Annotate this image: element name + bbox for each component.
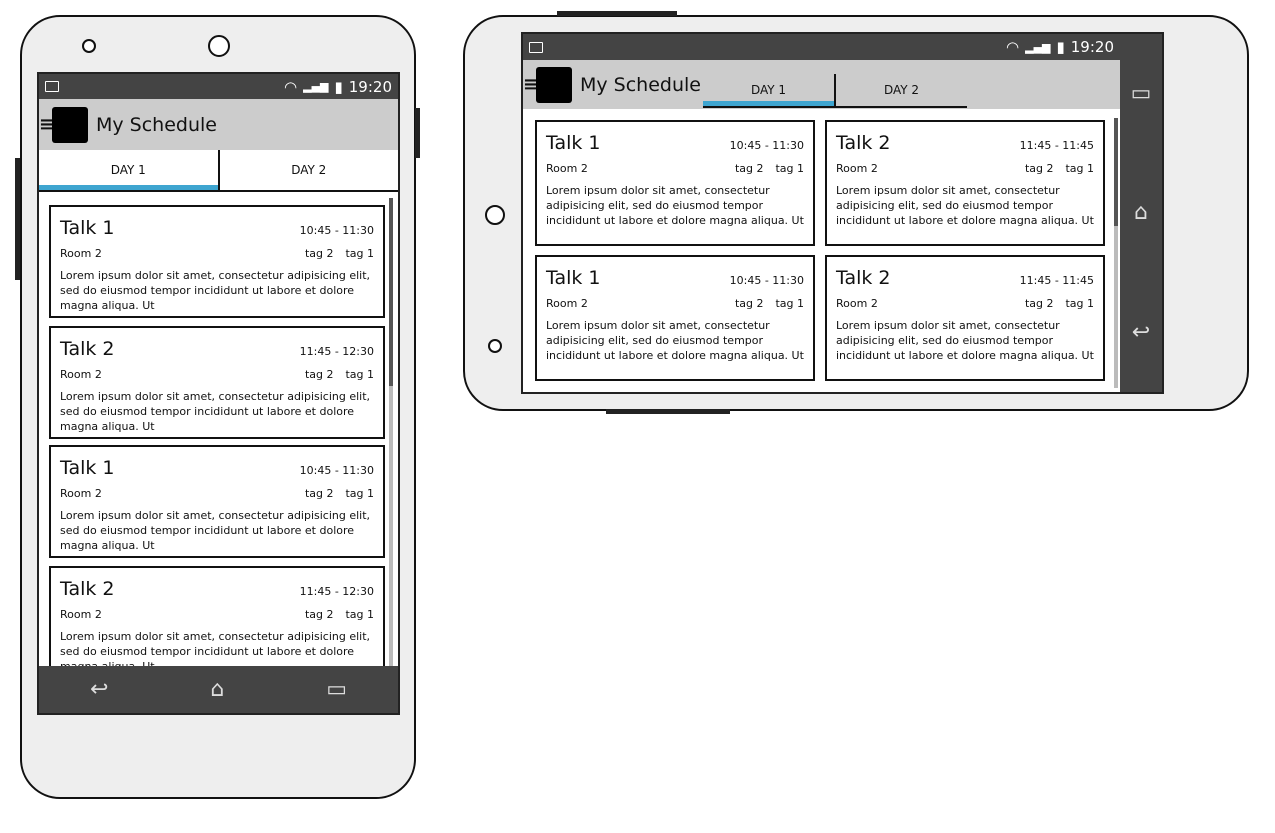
talk-title: Talk 1 — [60, 457, 115, 479]
talk-room: Room 2 — [546, 297, 588, 310]
sensor-icon — [485, 205, 505, 225]
talk-description: Lorem ipsum dolor sit amet, consectetur … — [836, 184, 1094, 227]
talk-room: Room 2 — [836, 162, 878, 175]
tag[interactable]: tag 1 — [345, 608, 374, 621]
talk-time: 10:45 - 11:30 — [299, 224, 374, 237]
tab-day-2[interactable]: DAY 2 — [220, 150, 399, 190]
app-bar: ≡ My Schedule — [39, 99, 398, 150]
talk-room: Room 2 — [60, 487, 102, 500]
day-tabs: DAY 1 DAY 2 — [39, 150, 398, 192]
talk-title: Talk 2 — [60, 578, 115, 600]
image-icon — [529, 41, 543, 53]
talk-title: Talk 1 — [546, 267, 601, 289]
side-button — [557, 11, 677, 16]
nav-bar: ▭ ⌂ ↩ — [1120, 34, 1162, 392]
talk-card[interactable]: Talk 1 10:45 - 11:30 Room 2 tag 2 tag 1 Lor… — [49, 445, 385, 558]
recents-icon[interactable]: ▭ — [326, 677, 347, 702]
talk-title: Talk 2 — [836, 267, 891, 289]
talk-room: Room 2 — [60, 247, 102, 260]
image-icon — [45, 81, 59, 92]
talk-title: Talk 2 — [836, 132, 891, 154]
app-title: My Schedule — [96, 113, 217, 136]
talk-description: Lorem ipsum dolor sit amet, consectetur … — [60, 390, 371, 433]
power-button — [606, 409, 730, 414]
tag[interactable]: tag 2 — [305, 368, 334, 381]
home-icon[interactable]: ⌂ — [1134, 200, 1148, 225]
app-title: My Schedule — [580, 73, 701, 96]
recents-icon[interactable]: ▭ — [1131, 81, 1152, 106]
tag[interactable]: tag 1 — [345, 368, 374, 381]
day-tabs: DAY 1 DAY 2 — [703, 74, 967, 108]
talk-title: Talk 2 — [60, 338, 115, 360]
back-icon[interactable]: ↩ — [1132, 320, 1150, 345]
battery-icon: ▮ — [1056, 38, 1065, 56]
talk-card[interactable]: Talk 2 11:45 - 11:45 Room 2 tag 2 tag 1 Lor… — [825, 255, 1105, 381]
tag[interactable]: tag 2 — [305, 608, 334, 621]
talk-description: Lorem ipsum dolor sit amet, consectetur … — [60, 509, 371, 552]
status-time: 19:20 — [1070, 38, 1114, 56]
hamburger-icon[interactable]: ≡ — [39, 115, 54, 134]
talk-room: Room 2 — [60, 608, 102, 621]
nav-bar: ↩ ⌂ ▭ — [39, 666, 398, 713]
talk-title: Talk 1 — [60, 217, 115, 239]
talk-room: Room 2 — [546, 162, 588, 175]
talk-time: 11:45 - 12:30 — [299, 345, 374, 358]
talk-time: 10:45 - 11:30 — [729, 274, 804, 287]
scrollbar[interactable] — [1114, 118, 1118, 388]
camera-icon — [488, 339, 502, 353]
wifi-icon: ◠ — [1006, 38, 1020, 56]
tag[interactable]: tag 1 — [345, 247, 374, 260]
scrollbar[interactable] — [389, 198, 393, 668]
landscape-screen: ◠ ▂▄▆ ▮ 19:20 ≡ My Schedule DAY 1 DAY 2 Tal… — [521, 32, 1164, 394]
status-bar: ◠ ▂▄▆ ▮ 19:20 — [523, 34, 1120, 60]
talk-time: 11:45 - 12:30 — [299, 585, 374, 598]
talk-card[interactable]: Talk 2 11:45 - 11:45 Room 2 tag 2 tag 1 Lor… — [825, 120, 1105, 246]
talk-description: Lorem ipsum dolor sit amet, consectetur … — [836, 319, 1094, 362]
hamburger-icon[interactable]: ≡ — [523, 75, 538, 94]
status-time: 19:20 — [348, 77, 392, 96]
tag[interactable]: tag 2 — [735, 162, 764, 175]
tag[interactable]: tag 2 — [1025, 297, 1054, 310]
talk-card[interactable]: Talk 1 10:45 - 11:30 Room 2 tag 2 tag 1 Lor… — [49, 205, 385, 318]
tag[interactable]: tag 1 — [1065, 162, 1094, 175]
talk-time: 10:45 - 11:30 — [729, 139, 804, 152]
signal-icon: ▂▄▆ — [303, 80, 329, 93]
power-button — [415, 108, 420, 158]
tag[interactable]: tag 2 — [305, 247, 334, 260]
status-bar: ◠ ▂▄▆ ▮ 19:20 — [39, 74, 398, 99]
talk-card[interactable]: Talk 1 10:45 - 11:30 Room 2 tag 2 tag 1 Lor… — [535, 255, 815, 381]
back-icon[interactable]: ↩ — [90, 677, 108, 702]
tab-day-1[interactable]: DAY 1 — [39, 150, 220, 190]
camera-icon — [82, 39, 96, 53]
talk-room: Room 2 — [60, 368, 102, 381]
battery-icon: ▮ — [334, 77, 343, 96]
portrait-screen: ◠ ▂▄▆ ▮ 19:20 ≡ My Schedule DAY 1 DAY 2 Tal… — [37, 72, 400, 715]
tab-day-2[interactable]: DAY 2 — [836, 74, 967, 106]
talk-description: Lorem ipsum dolor sit amet, consectetur … — [546, 184, 804, 227]
tab-day-1[interactable]: DAY 1 — [703, 74, 836, 106]
sensor-icon — [208, 35, 230, 57]
tag[interactable]: tag 1 — [1065, 297, 1094, 310]
tag[interactable]: tag 1 — [775, 297, 804, 310]
talk-time: 11:45 - 11:45 — [1019, 274, 1094, 287]
tag[interactable]: tag 1 — [345, 487, 374, 500]
talk-time: 10:45 - 11:30 — [299, 464, 374, 477]
tag[interactable]: tag 1 — [775, 162, 804, 175]
talk-room: Room 2 — [836, 297, 878, 310]
talk-time: 11:45 - 11:45 — [1019, 139, 1094, 152]
home-icon[interactable]: ⌂ — [210, 677, 224, 702]
talk-card[interactable]: Talk 2 11:45 - 12:30 Room 2 tag 2 tag 1 Lor… — [49, 326, 385, 439]
tag[interactable]: tag 2 — [305, 487, 334, 500]
talk-description: Lorem ipsum dolor sit amet, consectetur … — [60, 269, 371, 312]
talk-title: Talk 1 — [546, 132, 601, 154]
app-logo — [52, 106, 88, 143]
talk-card[interactable]: Talk 1 10:45 - 11:30 Room 2 tag 2 tag 1 Lor… — [535, 120, 815, 246]
wifi-icon: ◠ — [284, 77, 298, 96]
side-button — [15, 158, 20, 280]
talk-description: Lorem ipsum dolor sit amet, consectetur … — [546, 319, 804, 362]
app-logo — [536, 66, 572, 103]
signal-icon: ▂▄▆ — [1025, 40, 1051, 54]
tag[interactable]: tag 2 — [1025, 162, 1054, 175]
tag[interactable]: tag 2 — [735, 297, 764, 310]
